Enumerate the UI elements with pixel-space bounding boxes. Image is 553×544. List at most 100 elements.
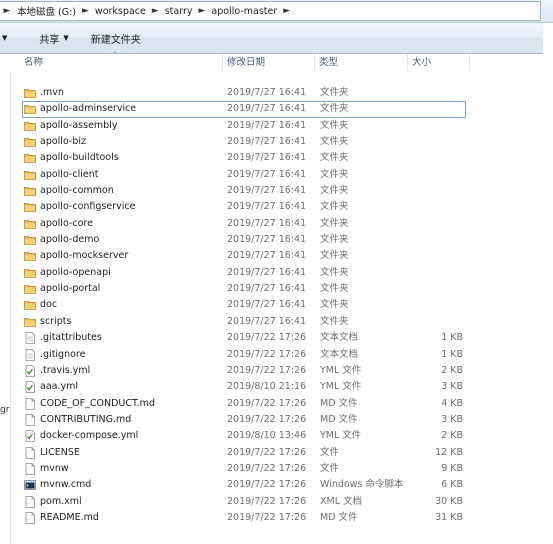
file-modified-date: 2019/7/27 16:41 (227, 283, 307, 295)
folder-row[interactable]: scripts 2019/7/27 16:41 文件夹 (22, 314, 492, 330)
file-name: .gitignore (40, 348, 86, 360)
file-modified-date: 2019/7/22 17:26 (227, 511, 307, 523)
folder-icon (24, 120, 36, 132)
file-row[interactable]: aaa.yml 2019/8/10 21:16 YML 文件 3 KB (22, 379, 492, 395)
folder-row[interactable]: apollo-adminservice 2019/7/27 16:41 文件夹 (22, 101, 466, 118)
chevron-right-icon[interactable]: ► (195, 6, 208, 16)
file-type: 文件夹 (320, 299, 349, 311)
column-header-size[interactable]: 大小 (408, 54, 470, 71)
file-size: 12 KB (435, 446, 463, 458)
file-modified-date: 2019/7/22 17:26 (227, 348, 307, 360)
file-row[interactable]: .travis.yml 2019/7/22 17:26 YML 文件 2 KB (22, 363, 492, 379)
file-name: CONTRIBUTING.md (40, 413, 132, 425)
column-header-type[interactable]: 类型 (315, 54, 408, 71)
folder-row[interactable]: apollo-client 2019/7/27 16:41 文件夹 (22, 167, 492, 183)
file-row[interactable]: CODE_OF_CONDUCT.md 2019/7/22 17:26 MD 文件 4 … (22, 396, 492, 412)
file-modified-date: 2019/7/22 17:26 (227, 413, 307, 425)
breadcrumb-segment-drive[interactable]: 本地磁盘 (G:) (14, 4, 79, 18)
toolbar-overflow-arrow[interactable]: ▼ (0, 27, 11, 49)
file-name: apollo-portal (40, 283, 101, 295)
file-type: 文件夹 (320, 250, 349, 262)
file-type: MD 文件 (320, 413, 358, 425)
file-modified-date: 2019/8/10 13:46 (227, 430, 307, 442)
folder-row[interactable]: apollo-configservice 2019/7/27 16:41 文件夹 (22, 199, 492, 215)
folder-row[interactable]: apollo-assembly 2019/7/27 16:41 文件夹 (22, 118, 492, 134)
file-modified-date: 2019/7/27 16:41 (227, 315, 307, 327)
file-name: CODE_OF_CONDUCT.md (40, 397, 155, 409)
breadcrumb-segment-apollo-master[interactable]: apollo-master (208, 6, 280, 17)
file-row[interactable]: CONTRIBUTING.md 2019/7/22 17:26 MD 文件 3 KB (22, 412, 492, 428)
command-toolbar: ▼ 共享 ▼ 新建文件夹 (0, 23, 553, 54)
yml-file-icon (24, 381, 36, 394)
file-row[interactable]: LICENSE 2019/7/22 17:26 文件 12 KB (22, 445, 492, 461)
folder-row[interactable]: apollo-demo 2019/7/27 16:41 文件夹 (22, 232, 492, 248)
file-type: YML 文件 (320, 381, 362, 393)
cmd-file-icon (24, 479, 36, 491)
folder-row[interactable]: apollo-buildtools 2019/7/27 16:41 文件夹 (22, 150, 492, 166)
new-folder-button[interactable]: 新建文件夹 (85, 27, 147, 49)
file-type: 文件夹 (320, 266, 349, 278)
file-modified-date: 2019/7/22 17:26 (227, 397, 307, 409)
folder-icon (24, 250, 36, 262)
text-file-icon (24, 332, 36, 345)
file-list: .mvn 2019/7/27 16:41 文件夹 apollo-adminservic… (22, 85, 492, 526)
file-modified-date: 2019/7/22 17:26 (227, 479, 307, 491)
folder-row[interactable]: apollo-portal 2019/7/27 16:41 文件夹 (22, 281, 492, 297)
folder-row[interactable]: .mvn 2019/7/27 16:41 文件夹 (22, 85, 492, 101)
file-modified-date: 2019/7/22 17:26 (227, 462, 307, 474)
file-modified-date: 2019/7/27 16:41 (227, 168, 307, 180)
file-modified-date: 2019/7/27 16:41 (227, 217, 307, 229)
file-size: 2 KB (441, 430, 463, 442)
file-row[interactable]: README.md 2019/7/22 17:26 MD 文件 31 KB (22, 510, 492, 526)
file-row[interactable]: mvnw.cmd 2019/7/22 17:26 Windows 命令脚本 6 KB (22, 477, 492, 493)
file-type: 文件夹 (320, 283, 349, 295)
chevron-right-icon[interactable]: ► (0, 6, 14, 16)
file-name: mvnw (40, 462, 69, 474)
file-size: 31 KB (435, 511, 463, 523)
file-type: 文件夹 (320, 136, 349, 148)
navigation-pane[interactable]: gr (0, 72, 11, 544)
folder-row[interactable]: apollo-core 2019/7/27 16:41 文件夹 (22, 216, 492, 232)
file-type: 文件 (320, 462, 340, 474)
breadcrumb[interactable]: ► 本地磁盘 (G:) ► workspace ► starry ► apoll… (0, 1, 541, 21)
file-name: apollo-openapi (40, 266, 111, 278)
file-row[interactable]: .gitignore 2019/7/22 17:26 文本文档 1 KB (22, 347, 492, 363)
file-size: 30 KB (435, 495, 463, 507)
folder-row[interactable]: apollo-mockserver 2019/7/27 16:41 文件夹 (22, 248, 492, 264)
file-modified-date: 2019/7/27 16:41 (227, 136, 307, 148)
chevron-right-icon[interactable]: ► (79, 6, 92, 16)
breadcrumb-segment-starry[interactable]: starry (162, 6, 196, 17)
file-name: apollo-client (40, 168, 99, 180)
breadcrumb-segment-workspace[interactable]: workspace (92, 6, 149, 17)
chevron-right-icon[interactable]: ► (280, 6, 293, 16)
file-name: pom.xml (40, 495, 82, 507)
file-row[interactable]: mvnw 2019/7/22 17:26 文件 9 KB (22, 461, 492, 477)
file-row[interactable]: .gitattributes 2019/7/22 17:26 文本文档 1 KB (22, 330, 492, 346)
file-name: apollo-demo (40, 234, 100, 246)
chevron-right-icon[interactable]: ► (149, 6, 162, 16)
column-header-date[interactable]: 修改日期 (223, 54, 315, 71)
folder-row[interactable]: doc 2019/7/27 16:41 文件夹 (22, 297, 492, 313)
file-modified-date: 2019/7/27 16:41 (227, 185, 307, 197)
file-modified-date: 2019/7/27 16:41 (227, 103, 307, 115)
file-type: 文本文档 (320, 348, 359, 360)
file-modified-date: 2019/7/22 17:26 (227, 364, 307, 376)
file-modified-date: 2019/7/27 16:41 (227, 266, 307, 278)
file-row[interactable]: pom.xml 2019/7/22 17:26 XML 文档 30 KB (22, 494, 492, 510)
file-modified-date: 2019/7/27 16:41 (227, 234, 307, 246)
dropdown-arrow-icon: ▼ (63, 34, 69, 42)
dropdown-arrow-icon: ▼ (2, 34, 8, 42)
folder-row[interactable]: apollo-common 2019/7/27 16:41 文件夹 (22, 183, 492, 199)
folder-icon (24, 218, 36, 230)
folder-row[interactable]: apollo-openapi 2019/7/27 16:41 文件夹 (22, 265, 492, 281)
share-button[interactable]: 共享 ▼ (33, 27, 74, 49)
folder-row[interactable]: apollo-biz 2019/7/27 16:41 文件夹 (22, 134, 492, 150)
file-row[interactable]: docker-compose.yml 2019/8/10 13:46 YML 文件 2… (22, 428, 492, 444)
file-size: 2 KB (441, 364, 463, 376)
folder-icon (24, 169, 36, 181)
file-size: 3 KB (441, 413, 463, 425)
file-type: 文件夹 (320, 185, 349, 197)
file-type: 文件夹 (320, 217, 349, 229)
column-header-name[interactable]: 名称 (20, 54, 223, 71)
file-type: XML 文档 (320, 495, 363, 507)
